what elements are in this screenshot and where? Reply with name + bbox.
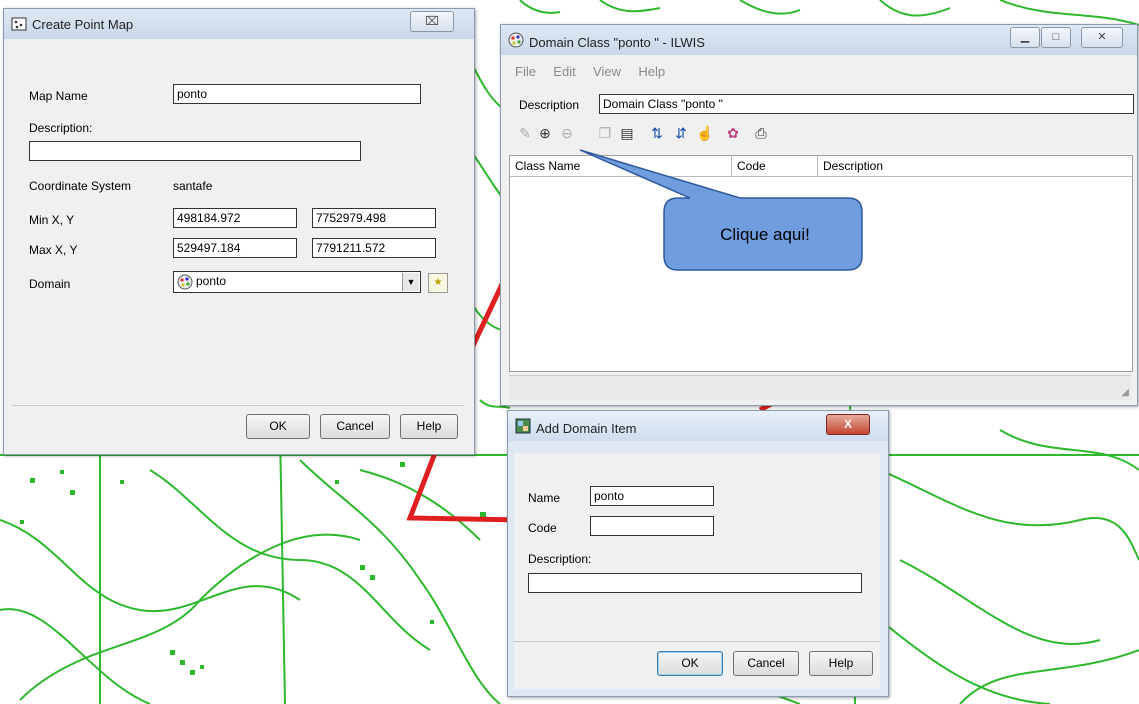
close-icon[interactable]: X <box>826 414 870 435</box>
description-label: Description: <box>528 552 592 566</box>
add-domain-item-body: Name ponto Code Description: OK Cancel H… <box>514 453 880 689</box>
code-label: Code <box>528 521 557 535</box>
domain-item-icon <box>515 418 531 434</box>
name-label: Name <box>528 491 561 505</box>
cancel-button[interactable]: Cancel <box>733 651 799 676</box>
name-input[interactable]: ponto <box>590 486 714 506</box>
callout-text: Clique aqui! <box>720 225 810 244</box>
ok-button[interactable]: OK <box>657 651 723 676</box>
code-input[interactable] <box>590 516 714 536</box>
button-separator <box>514 641 880 642</box>
help-button[interactable]: Help <box>809 651 873 676</box>
description-input[interactable] <box>528 573 862 593</box>
window-title: Add Domain Item <box>536 421 637 436</box>
add-domain-item-titlebar[interactable]: Add Domain Item X <box>508 411 888 441</box>
add-domain-item-window: Add Domain Item X Name ponto Code Descri… <box>507 410 889 697</box>
